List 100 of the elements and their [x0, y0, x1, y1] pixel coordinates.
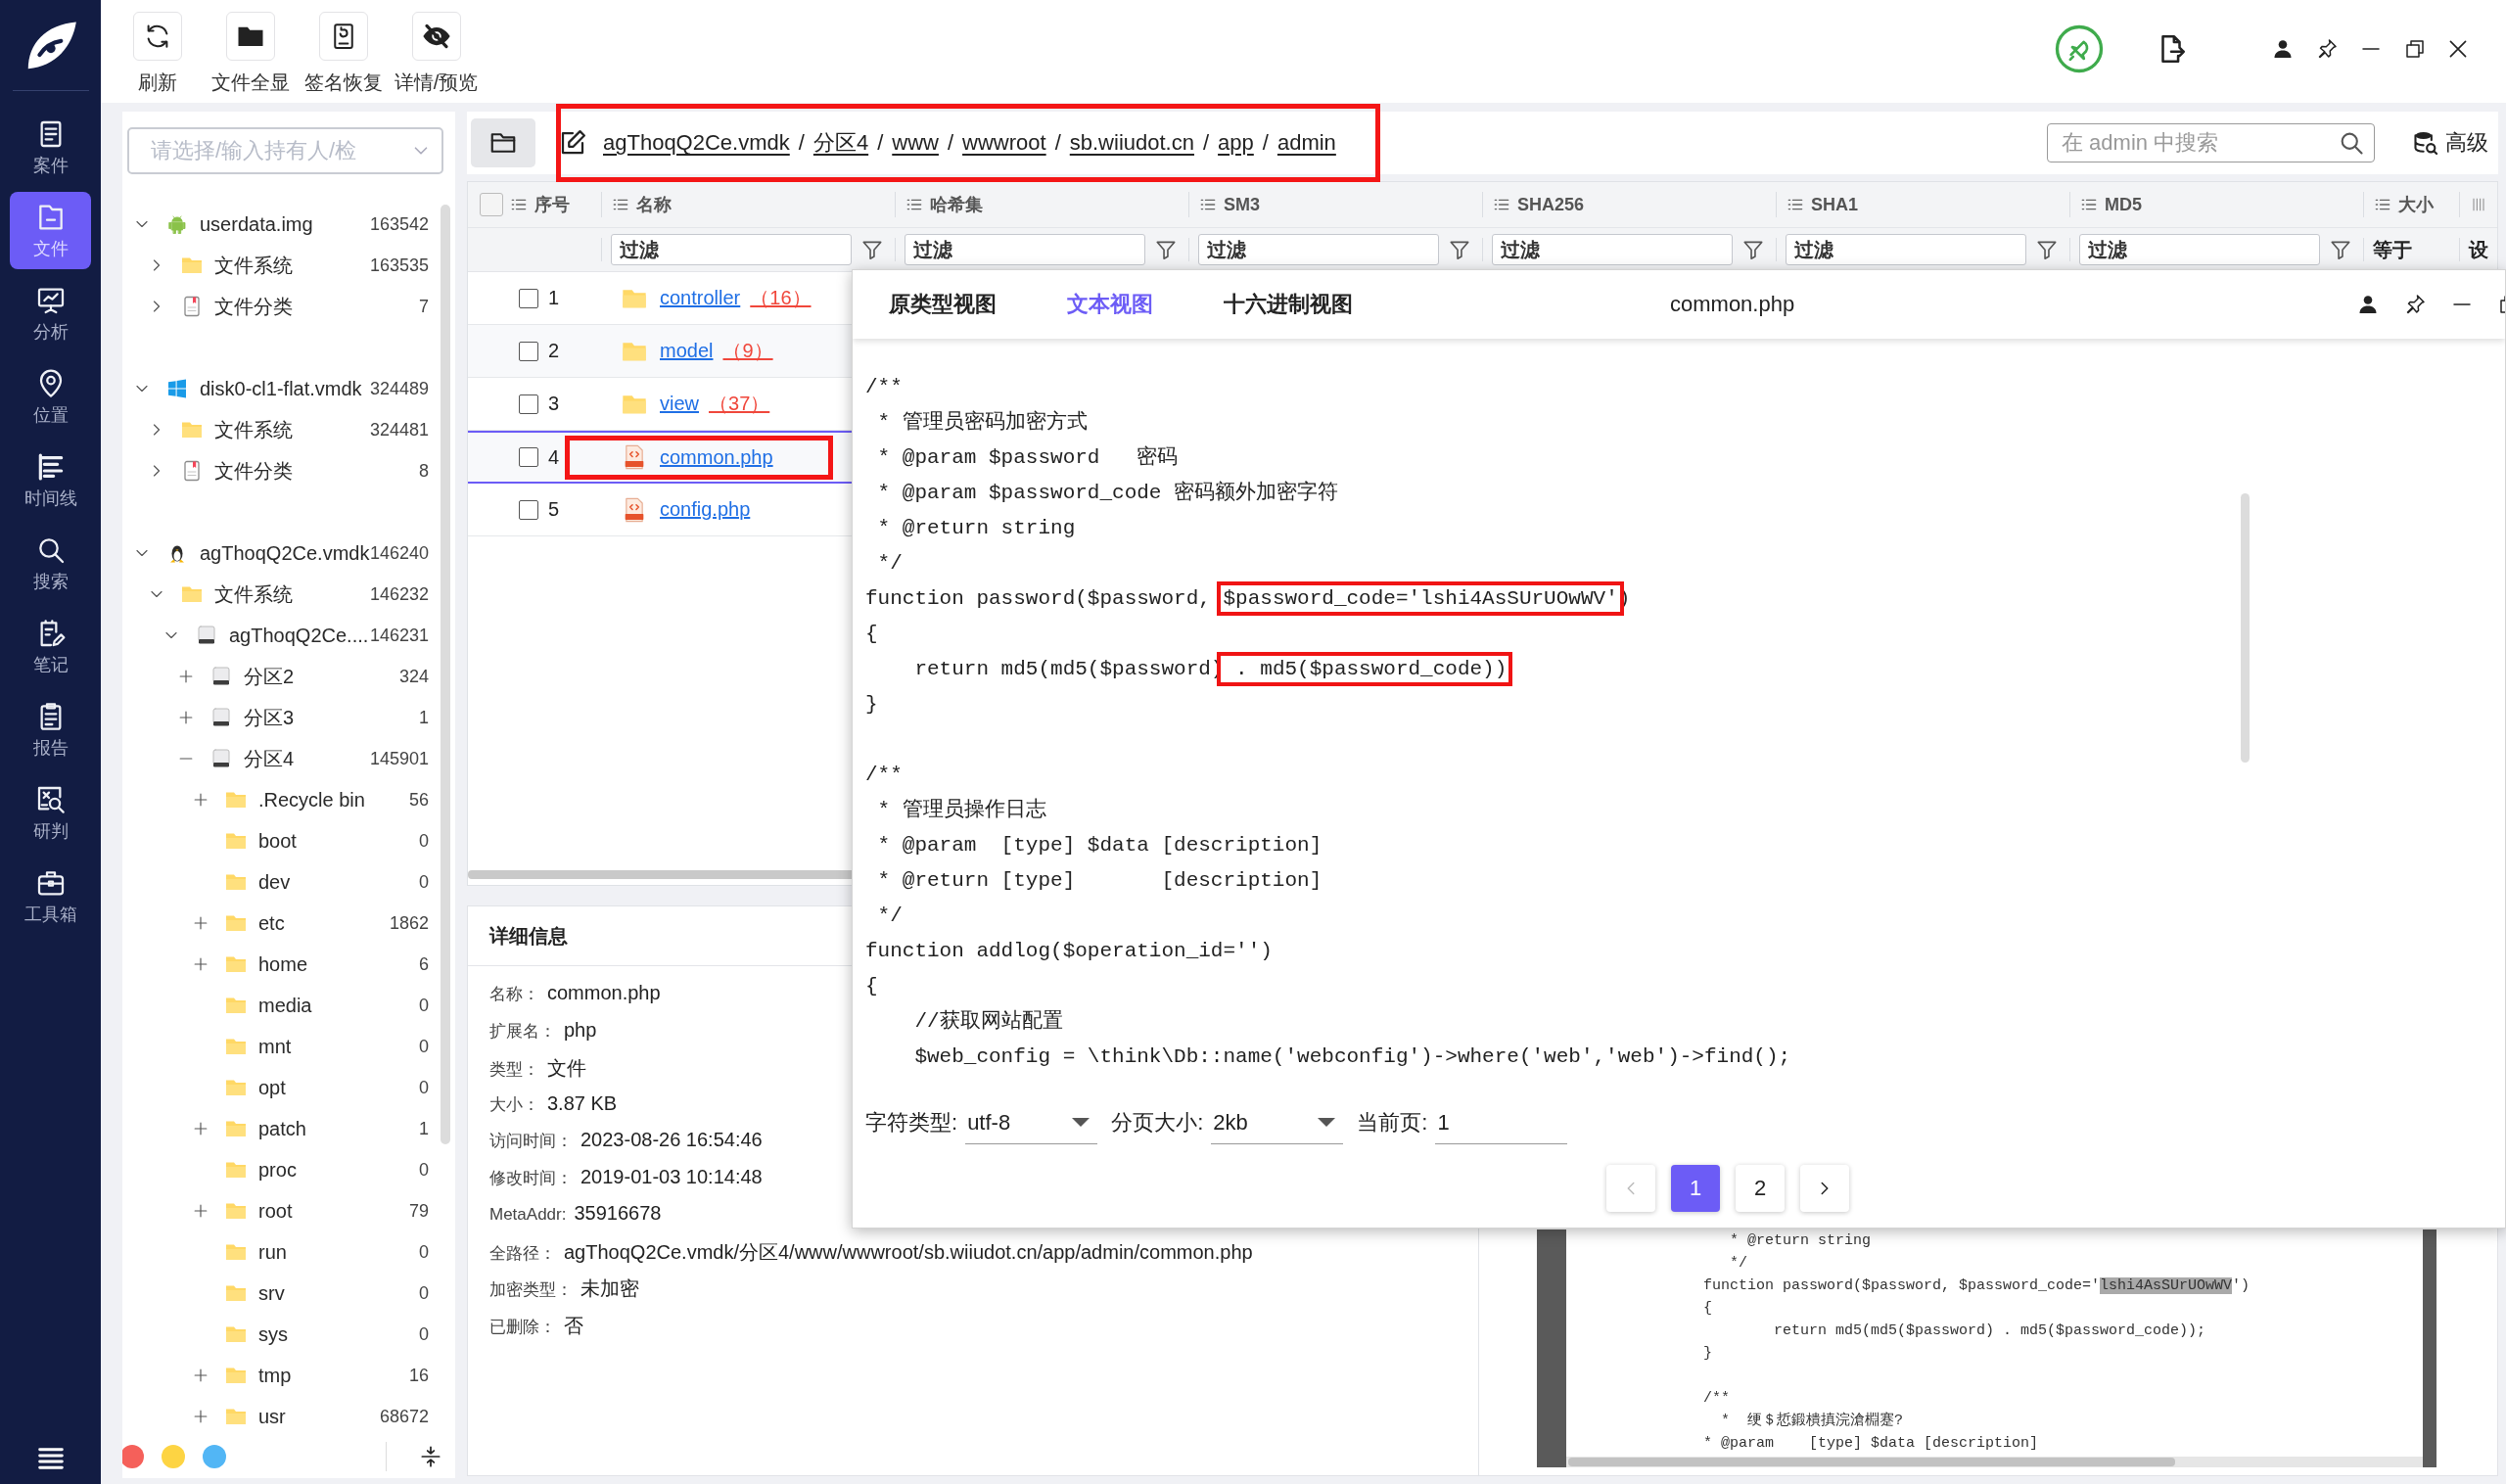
nav-item[interactable]: 时间线 [10, 441, 91, 519]
advanced-search-button[interactable]: 高级 [2412, 128, 2488, 158]
file-link[interactable]: view [660, 393, 699, 415]
breadcrumb-link[interactable]: www [892, 130, 939, 156]
breadcrumb-link[interactable]: agThoqQ2Ce.vmdk [603, 130, 790, 156]
nav-item[interactable]: 搜索 [10, 525, 91, 602]
folder-button[interactable] [471, 118, 535, 167]
column-header[interactable]: MD5 [2105, 194, 2142, 215]
tree-item-label[interactable]: 分区4 [244, 745, 370, 772]
tree-item-label[interactable]: 文件系统 [214, 416, 370, 443]
row-checkbox[interactable] [519, 447, 538, 467]
tree-item-label[interactable]: usr [258, 1405, 380, 1428]
row-checkbox[interactable] [519, 394, 538, 414]
tree-item-label[interactable]: userdata.img [200, 212, 370, 236]
column-header[interactable]: SHA1 [1811, 194, 1858, 215]
nav-item[interactable]: 报告 [10, 691, 91, 768]
preview-line: } [1703, 1344, 1713, 1364]
select-all-checkbox[interactable] [480, 193, 503, 216]
tree-item-label[interactable]: 文件系统 [214, 580, 370, 608]
tree-item-label[interactable]: agThoqQ2Ce.... [229, 624, 370, 647]
breadcrumb-link[interactable]: admin [1276, 130, 1336, 156]
filter-field[interactable]: 过滤 [1786, 234, 2026, 265]
tree-item-label[interactable]: agThoqQ2Ce.vmdk [200, 541, 370, 565]
charset-select[interactable]: utf-8 [965, 1101, 1098, 1144]
restore-icon[interactable] [2403, 37, 2427, 61]
drive-icon [209, 665, 233, 688]
file-link[interactable]: config.php [660, 498, 751, 521]
breadcrumb-link[interactable]: 分区4 [812, 128, 869, 158]
column-header[interactable]: SHA256 [1517, 194, 1585, 215]
tree-item-label[interactable]: 文件分类 [214, 457, 419, 485]
search-field[interactable]: 在 admin 中搜索 [2047, 123, 2375, 162]
field-value: 文件 [547, 1056, 586, 1081]
field-value: 2019-01-03 10:14:48 [580, 1165, 763, 1188]
color-tag-dot[interactable] [203, 1445, 226, 1468]
column-header[interactable]: 哈希集 [930, 193, 983, 216]
column-header[interactable]: 序号 [534, 193, 570, 216]
item-count: 0 [419, 1323, 429, 1345]
tree-item-label[interactable]: tmp [258, 1364, 409, 1387]
item-count: （9） [722, 339, 773, 363]
nav-item[interactable]: 工具箱 [10, 858, 91, 935]
tree-item-label[interactable]: dev [258, 870, 419, 894]
file-link[interactable]: controller [660, 287, 741, 309]
tree-item-label[interactable]: boot [258, 829, 419, 853]
preview-line: { [1703, 1299, 1713, 1319]
breadcrumb-link[interactable]: wwwroot [962, 130, 1046, 156]
column-header[interactable]: 大小 [2398, 193, 2434, 216]
view-tab[interactable]: 原类型视图 [889, 290, 997, 319]
tree-item-label[interactable]: 分区3 [244, 704, 419, 731]
tree-item-label[interactable]: srv [258, 1281, 419, 1305]
tree-item-label[interactable]: .Recycle bin [258, 788, 409, 812]
breadcrumb-link[interactable]: sb.wiiudot.cn [1069, 130, 1194, 156]
evidence-select[interactable]: 请选择/输入持有人/检 [127, 127, 443, 174]
breadcrumb-link[interactable]: app [1218, 130, 1254, 156]
tree-item-label[interactable]: patch [258, 1117, 419, 1140]
tree-item-label[interactable]: opt [258, 1076, 419, 1099]
tree-item-label[interactable]: 分区2 [244, 663, 399, 690]
filter-field[interactable]: 过滤 [905, 234, 1145, 265]
tree-item-label[interactable]: mnt [258, 1035, 419, 1058]
row-checkbox[interactable] [519, 288, 538, 308]
tree-item-label[interactable]: 文件分类 [214, 293, 419, 320]
row-checkbox[interactable] [519, 341, 538, 361]
tree-item-label[interactable]: etc [258, 911, 390, 935]
filter-field[interactable]: 过滤 [1198, 234, 1439, 265]
tree-item-label[interactable]: media [258, 994, 419, 1017]
column-header[interactable]: SM3 [1224, 194, 1260, 215]
filter-operator[interactable]: 等于 [2373, 236, 2412, 263]
view-tab[interactable]: 十六进制视图 [1224, 290, 1353, 319]
filter-field[interactable]: 过滤 [2079, 234, 2320, 265]
toolbar-button[interactable]: 签名恢复 [297, 0, 390, 96]
nav-item[interactable]: 案件 [10, 109, 91, 186]
nav-item[interactable]: 笔记 [10, 608, 91, 685]
breadcrumb-separator: / [798, 130, 805, 156]
tree-item-label[interactable]: disk0-cl1-flat.vmdk [200, 377, 370, 400]
tree-item-label[interactable]: home [258, 952, 419, 976]
code-line: return md5(md5($password) . md5($password_code)) [865, 652, 2505, 687]
row-checkbox[interactable] [519, 499, 538, 520]
tree-item-label[interactable]: 文件系统 [214, 252, 370, 279]
view-tab[interactable]: 文本视图 [1067, 290, 1153, 319]
file-link[interactable]: common.php [660, 445, 773, 469]
tree-item-label[interactable]: run [258, 1240, 419, 1264]
tree-item-label[interactable]: sys [258, 1322, 419, 1346]
page-button[interactable]: 1 [1671, 1165, 1720, 1212]
color-tag-dot[interactable] [122, 1445, 144, 1468]
color-tag-dot[interactable] [162, 1445, 185, 1468]
toolbar-button[interactable]: 刷新 [111, 0, 204, 96]
tree-item-label[interactable]: proc [258, 1158, 419, 1182]
page-size-select[interactable]: 2kb [1211, 1101, 1344, 1144]
filter-field[interactable]: 过滤 [1492, 234, 1733, 265]
page-button[interactable]: 2 [1736, 1165, 1785, 1212]
column-header[interactable]: 名称 [636, 193, 672, 216]
toolbar-button[interactable]: 文件全显 [204, 0, 297, 96]
toolbar-button[interactable]: 详情/预览 [390, 0, 483, 96]
nav-item[interactable]: 研判 [10, 774, 91, 852]
nav-item[interactable]: 位置 [10, 358, 91, 436]
file-link[interactable]: model [660, 340, 714, 362]
page-number-field[interactable]: 1 [1435, 1101, 1568, 1144]
field-label: 已删除： [489, 1316, 556, 1338]
filter-field[interactable]: 过滤 [611, 234, 852, 265]
nav-item[interactable]: 分析 [10, 275, 91, 352]
tree-item-label[interactable]: root [258, 1199, 409, 1223]
